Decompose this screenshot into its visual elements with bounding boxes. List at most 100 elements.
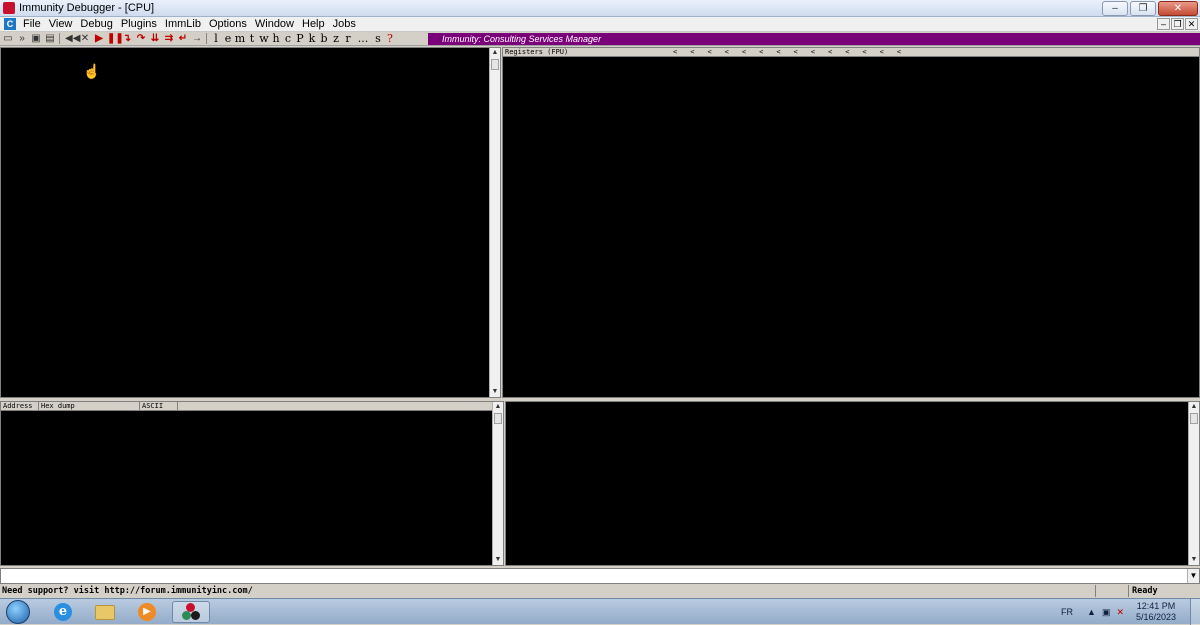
menu-window[interactable]: Window xyxy=(251,17,298,32)
consulting-banner[interactable]: Immunity: Consulting Services Manager xyxy=(428,33,1200,45)
log-window-button[interactable]: l xyxy=(210,32,222,45)
restore-button[interactable]: ❐ xyxy=(1130,1,1156,16)
menu-view[interactable]: View xyxy=(45,17,77,32)
python-shell-icon[interactable]: ▤ xyxy=(44,33,56,44)
language-indicator[interactable]: FR xyxy=(1061,607,1073,617)
dump-scrollbar[interactable]: ▲ ▼ xyxy=(492,402,503,565)
menu-immlib[interactable]: ImmLib xyxy=(161,17,205,32)
minimize-button[interactable]: – xyxy=(1102,1,1128,16)
taskbar-internet-explorer[interactable]: e xyxy=(44,601,82,623)
menu-options[interactable]: Options xyxy=(205,17,251,32)
mdi-restore-button[interactable]: ❐ xyxy=(1171,18,1184,30)
clock-date: 5/16/2023 xyxy=(1135,612,1177,622)
chevron-left-icon[interactable]: < xyxy=(811,48,815,57)
scroll-thumb[interactable] xyxy=(1190,413,1198,424)
menu-file[interactable]: File xyxy=(19,17,45,32)
window-title: Immunity Debugger - [CPU] xyxy=(19,2,155,14)
disassembly-scrollbar[interactable]: ▲ ▼ xyxy=(489,48,500,397)
stack-pane[interactable]: ▲ ▼ xyxy=(505,401,1200,566)
chevron-left-icon[interactable]: < xyxy=(776,48,780,57)
chevron-left-icon[interactable]: < xyxy=(742,48,746,57)
scroll-thumb[interactable] xyxy=(494,413,502,424)
register-nav-arrows[interactable]: < < < < < < < < < < < < < < xyxy=(673,48,901,57)
network-icon[interactable]: ▣ xyxy=(1102,607,1111,618)
chevron-left-icon[interactable]: < xyxy=(828,48,832,57)
taskbar-media-player[interactable]: ▶ xyxy=(128,601,166,623)
mdi-controls: – ❐ ✕ xyxy=(1157,18,1198,30)
chevron-left-icon[interactable]: < xyxy=(862,48,866,57)
mdi-close-button[interactable]: ✕ xyxy=(1185,18,1198,30)
menu-plugins[interactable]: Plugins xyxy=(117,17,161,32)
system-tray: FR ▲ ▣ ✕ 12:41 PM 5/16/2023 xyxy=(1061,599,1200,625)
app-icon xyxy=(3,2,15,14)
stack-scrollbar[interactable]: ▲ ▼ xyxy=(1188,402,1199,565)
close-button[interactable]: ✕ xyxy=(1158,1,1198,16)
chevron-left-icon[interactable]: < xyxy=(794,48,798,57)
dump-column-address[interactable]: Address xyxy=(1,402,39,410)
patches-button[interactable]: P xyxy=(294,32,306,45)
scroll-down-icon[interactable]: ▼ xyxy=(493,555,503,565)
scroll-thumb[interactable] xyxy=(491,59,499,70)
handles-button[interactable]: h xyxy=(270,32,282,45)
menu-jobs[interactable]: Jobs xyxy=(329,17,360,32)
modules-button[interactable]: e xyxy=(222,32,234,45)
mdi-minimize-button[interactable]: – xyxy=(1157,18,1170,30)
scroll-down-icon[interactable]: ▼ xyxy=(490,387,500,397)
scroll-up-icon[interactable]: ▲ xyxy=(490,48,500,58)
start-button[interactable] xyxy=(6,600,30,624)
trace-over-icon[interactable]: ⇉ xyxy=(163,33,175,44)
disassembly-pane[interactable]: ▲ ▼ xyxy=(0,47,501,398)
attach-icon[interactable]: » xyxy=(16,33,28,44)
trace-into-icon[interactable]: ⇊ xyxy=(149,33,161,44)
dump-pane[interactable]: Address Hex dump ASCII ▲ ▼ xyxy=(0,401,504,566)
show-hidden-icons-icon[interactable]: ▲ xyxy=(1087,607,1096,617)
show-desktop-button[interactable] xyxy=(1190,599,1200,625)
chevron-left-icon[interactable]: < xyxy=(759,48,763,57)
call-stack-button[interactable]: k xyxy=(306,32,318,45)
run-icon[interactable]: ▶ xyxy=(93,33,105,44)
close-file-icon[interactable]: ▣ xyxy=(30,33,42,44)
chevron-left-icon[interactable]: < xyxy=(845,48,849,57)
go-to-icon[interactable]: → xyxy=(191,33,203,44)
execute-till-return-icon[interactable]: ↵ xyxy=(177,33,189,44)
step-over-icon[interactable]: ↷ xyxy=(135,33,147,44)
open-folder-icon[interactable]: ▭ xyxy=(2,33,14,44)
step-into-icon[interactable]: ↴ xyxy=(121,33,133,44)
chevron-left-icon[interactable]: < xyxy=(673,48,677,57)
dump-column-ascii[interactable]: ASCII xyxy=(140,402,178,410)
scroll-up-icon[interactable]: ▲ xyxy=(493,402,503,412)
scroll-up-icon[interactable]: ▲ xyxy=(1189,402,1199,412)
threads-button[interactable]: t xyxy=(246,32,258,45)
dump-column-hex[interactable]: Hex dump xyxy=(39,402,140,410)
scroll-down-icon[interactable]: ▼ xyxy=(1189,555,1199,565)
restart-icon[interactable]: ◀◀ xyxy=(65,33,80,44)
hw-breakpoints-button[interactable]: z xyxy=(330,32,342,45)
chevron-left-icon[interactable]: < xyxy=(897,48,901,57)
registers-pane[interactable]: Registers (FPU) < < < < < < < < < < < < … xyxy=(502,47,1200,398)
registers-title[interactable]: Registers (FPU) xyxy=(503,48,568,56)
windows-button[interactable]: w xyxy=(258,32,270,45)
menu-help[interactable]: Help xyxy=(298,17,329,32)
terminate-icon[interactable]: ✕ xyxy=(79,33,91,44)
taskbar-immunity-debugger[interactable] xyxy=(172,601,210,623)
pause-icon[interactable]: ❚❚ xyxy=(107,33,124,44)
taskbar-explorer[interactable] xyxy=(86,601,124,623)
chevron-left-icon[interactable]: < xyxy=(707,48,711,57)
clock[interactable]: 12:41 PM 5/16/2023 xyxy=(1130,601,1182,623)
cpu-window-icon[interactable]: C xyxy=(4,18,16,30)
cpu-button[interactable]: c xyxy=(282,32,294,45)
registers-header[interactable]: Registers (FPU) < < < < < < < < < < < < … xyxy=(503,48,1199,57)
memory-button[interactable]: m xyxy=(234,32,246,45)
more-button[interactable]: ... xyxy=(354,32,372,45)
breakpoints-button[interactable]: b xyxy=(318,32,330,45)
help-button[interactable]: ? xyxy=(384,32,396,45)
command-input[interactable]: ▼ xyxy=(0,568,1200,584)
run-trace-button[interactable]: r xyxy=(342,32,354,45)
chevron-left-icon[interactable]: < xyxy=(880,48,884,57)
chevron-left-icon[interactable]: < xyxy=(690,48,694,57)
chevron-down-icon[interactable]: ▼ xyxy=(1187,569,1199,583)
source-button[interactable]: s xyxy=(372,32,384,45)
menu-debug[interactable]: Debug xyxy=(76,17,116,32)
volume-muted-icon[interactable]: ✕ xyxy=(1116,607,1124,618)
chevron-left-icon[interactable]: < xyxy=(725,48,729,57)
